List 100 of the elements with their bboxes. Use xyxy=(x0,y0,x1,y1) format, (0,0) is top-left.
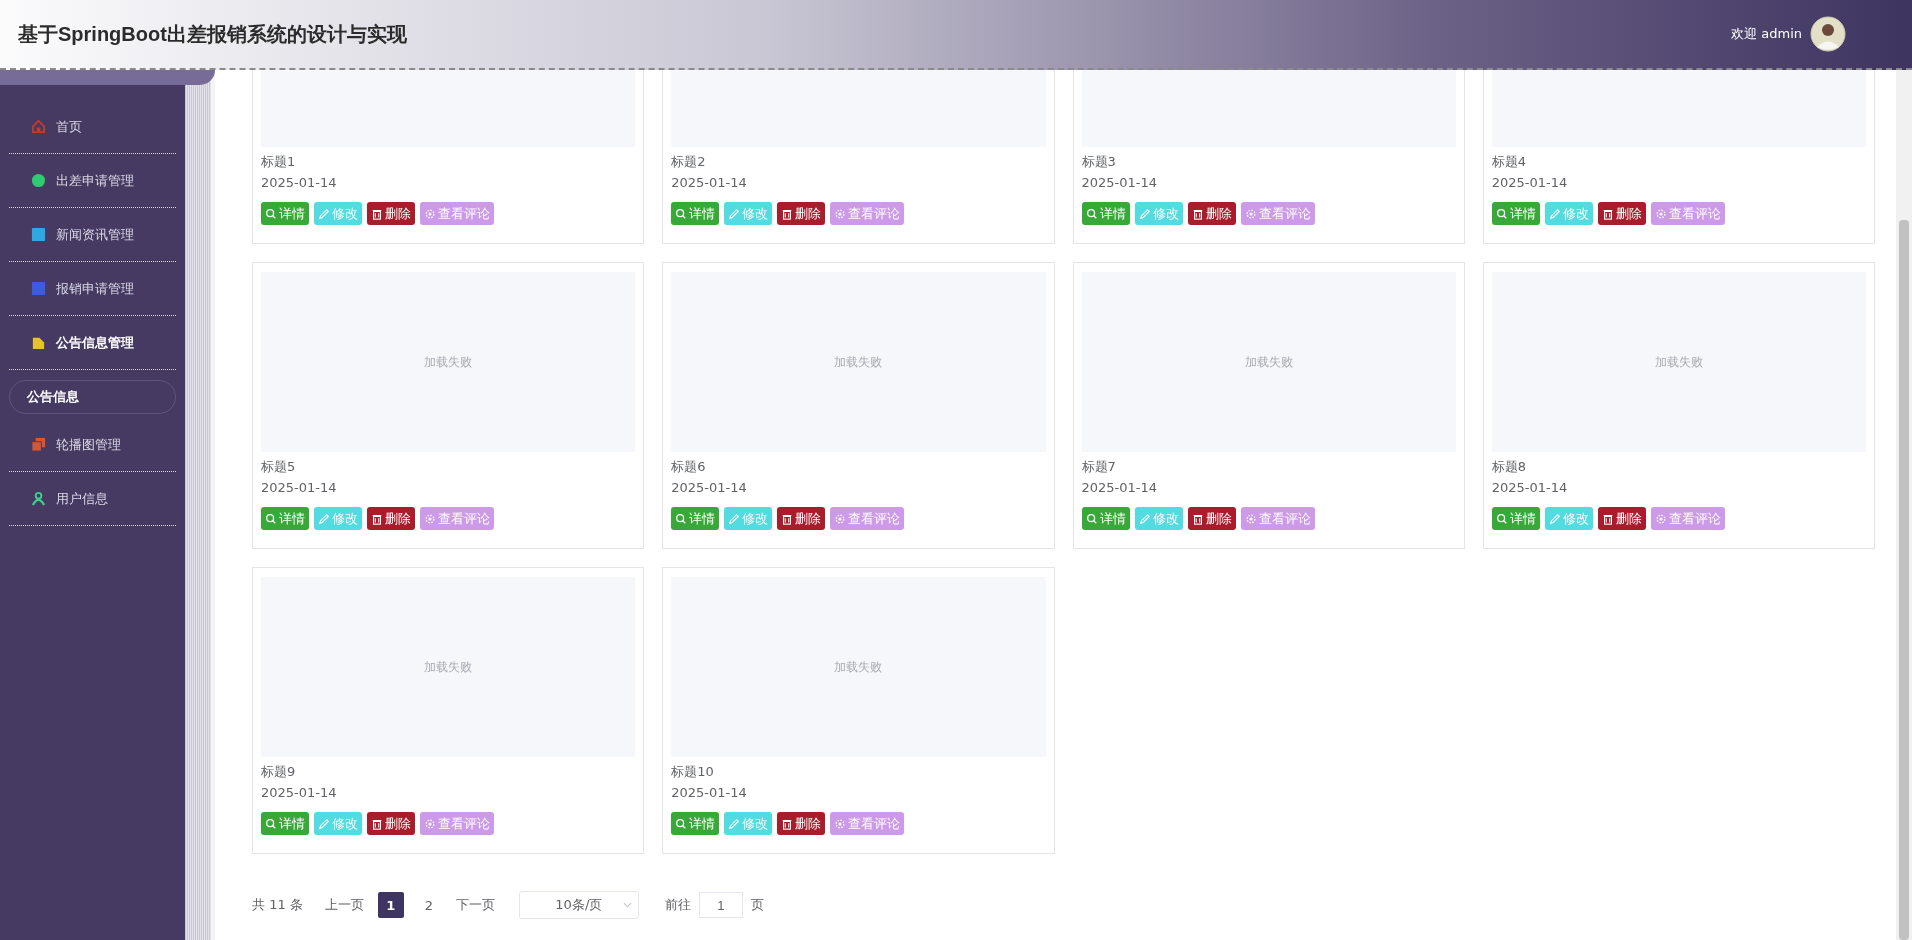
card-date: 2025-01-14 xyxy=(261,479,338,497)
gear-icon xyxy=(424,817,436,830)
delete-button[interactable]: 删除 xyxy=(1187,202,1236,225)
trash-icon xyxy=(1601,512,1614,525)
caret-icon xyxy=(622,902,632,908)
edit-button[interactable]: 修改 xyxy=(1134,202,1183,225)
card-title: 标题9 xyxy=(261,763,297,781)
comments-button[interactable]: 查看评论 xyxy=(1240,507,1315,530)
comments-button[interactable]: 查看评论 xyxy=(1650,202,1725,225)
search-icon xyxy=(675,207,688,220)
menu-item[interactable]: 报销申请管理 xyxy=(9,262,176,316)
gear-icon xyxy=(1244,207,1257,220)
menu-item[interactable]: 首页 xyxy=(9,100,176,154)
gear-icon xyxy=(424,512,436,525)
detail-button[interactable]: 详情 xyxy=(671,812,720,835)
pencil-icon xyxy=(318,817,330,830)
comments-button[interactable]: 查看评论 xyxy=(830,507,905,530)
load-failed-text: 加载失败 xyxy=(1244,353,1293,371)
trash-icon xyxy=(1601,207,1614,220)
delete-button[interactable]: 删除 xyxy=(777,202,826,225)
comments-button[interactable]: 查看评论 xyxy=(1240,202,1315,225)
card-date: 2025-01-14 xyxy=(1081,174,1159,192)
trash-icon xyxy=(371,817,383,830)
delete-button[interactable]: 删除 xyxy=(1597,507,1646,530)
detail-button[interactable]: 详情 xyxy=(1081,507,1130,530)
edit-button[interactable]: 修改 xyxy=(314,202,362,225)
detail-button[interactable]: 详情 xyxy=(261,812,309,835)
comments-button[interactable]: 查看评论 xyxy=(420,507,494,530)
comments-button[interactable]: 查看评论 xyxy=(420,202,494,225)
card-title: 标题3 xyxy=(1081,153,1117,171)
delete-button[interactable]: 删除 xyxy=(777,507,826,530)
search-icon xyxy=(1085,512,1098,525)
page-unit-label: 页 xyxy=(750,896,764,914)
menu-item[interactable]: 新闻资讯管理 xyxy=(9,208,176,262)
trash-icon xyxy=(781,207,794,220)
edit-button[interactable]: 修改 xyxy=(314,507,362,530)
card-date: 2025-01-14 xyxy=(261,784,338,802)
pencil-icon xyxy=(318,207,330,220)
gear-icon xyxy=(424,207,436,220)
detail-button[interactable]: 详情 xyxy=(261,202,309,225)
card-title: 标题7 xyxy=(1081,458,1117,476)
scrollbar[interactable] xyxy=(1896,70,1912,940)
detail-button[interactable]: 详情 xyxy=(1491,202,1540,225)
menu-item[interactable]: 用户信息 xyxy=(9,472,176,526)
card-date: 2025-01-14 xyxy=(671,784,748,802)
edit-button[interactable]: 修改 xyxy=(724,507,773,530)
gear-icon xyxy=(1654,512,1667,525)
page-size-dropdown[interactable]: 10条/页 xyxy=(518,891,639,919)
card-title: 标题6 xyxy=(671,458,707,476)
page-number[interactable]: 1 xyxy=(377,892,404,918)
gear-icon xyxy=(834,207,847,220)
avatar-icon[interactable] xyxy=(1810,16,1846,52)
gear-icon xyxy=(1244,512,1257,525)
search-icon xyxy=(1495,512,1508,525)
trash-icon xyxy=(781,817,794,830)
delete-button[interactable]: 删除 xyxy=(1597,202,1646,225)
detail-button[interactable]: 详情 xyxy=(1491,507,1540,530)
load-failed-text: 加载失败 xyxy=(424,658,473,676)
delete-button[interactable]: 删除 xyxy=(367,507,415,530)
search-icon xyxy=(265,207,277,220)
comments-button[interactable]: 查看评论 xyxy=(830,812,905,835)
edit-button[interactable]: 修改 xyxy=(1544,202,1593,225)
gear-icon xyxy=(834,512,847,525)
edit-button[interactable]: 修改 xyxy=(1134,507,1183,530)
edit-button[interactable]: 修改 xyxy=(1544,507,1593,530)
trash-icon xyxy=(781,512,794,525)
detail-button[interactable]: 详情 xyxy=(1081,202,1130,225)
card-date: 2025-01-14 xyxy=(671,479,748,497)
menu-item[interactable]: 轮播图管理 xyxy=(9,418,176,472)
load-failed-text: 加载失败 xyxy=(424,353,473,371)
pencil-icon xyxy=(1138,207,1151,220)
card-title: 标题2 xyxy=(671,153,707,171)
comments-button[interactable]: 查看评论 xyxy=(1650,507,1725,530)
search-icon xyxy=(1085,207,1098,220)
load-failed-text: 加载失败 xyxy=(834,353,883,371)
edit-button[interactable]: 修改 xyxy=(724,202,773,225)
gear-icon xyxy=(834,817,847,830)
search-icon xyxy=(675,512,688,525)
menu-item[interactable]: 公告信息管理 xyxy=(9,316,176,370)
comments-button[interactable]: 查看评论 xyxy=(420,812,494,835)
welcome-text: 欢迎 admin xyxy=(1731,25,1802,43)
scrollbar-thumb[interactable] xyxy=(1899,220,1909,940)
edit-button[interactable]: 修改 xyxy=(314,812,362,835)
detail-button[interactable]: 详情 xyxy=(671,202,720,225)
card-title: 标题1 xyxy=(261,153,297,171)
detail-button[interactable]: 详情 xyxy=(671,507,720,530)
delete-button[interactable]: 删除 xyxy=(367,812,415,835)
detail-button[interactable]: 详情 xyxy=(261,507,309,530)
pencil-icon xyxy=(728,512,741,525)
card-title: 标题10 xyxy=(671,763,715,781)
delete-button[interactable]: 删除 xyxy=(777,812,826,835)
page-input[interactable]: 1 xyxy=(698,892,743,918)
pencil-icon xyxy=(728,817,741,830)
comments-button[interactable]: 查看评论 xyxy=(830,202,905,225)
card-title: 标题5 xyxy=(261,458,297,476)
delete-button[interactable]: 删除 xyxy=(367,202,415,225)
menu-item[interactable]: 出差申请管理 xyxy=(9,154,176,208)
delete-button[interactable]: 删除 xyxy=(1187,507,1236,530)
search-icon xyxy=(675,817,688,830)
edit-button[interactable]: 修改 xyxy=(724,812,773,835)
